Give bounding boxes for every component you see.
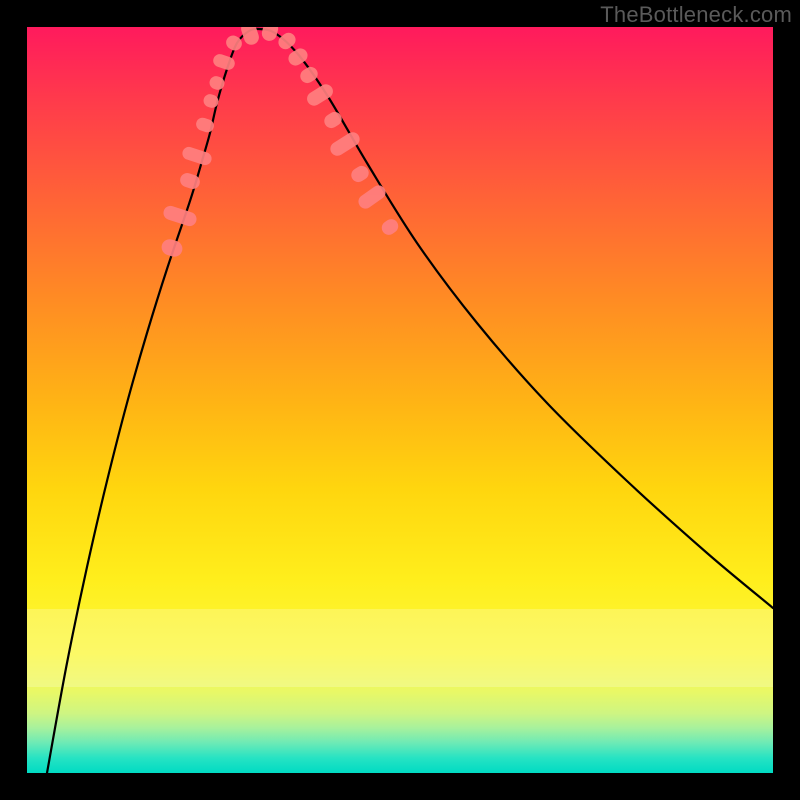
bead-marker (322, 109, 345, 130)
bead-marker (328, 130, 363, 159)
watermark-text: TheBottleneck.com (600, 2, 792, 28)
bead-marker (298, 64, 321, 85)
bead-marker (160, 237, 185, 259)
bead-marker (379, 216, 401, 237)
bead-marker (356, 183, 389, 212)
bottleneck-curve-line (47, 29, 773, 773)
bead-marker (202, 93, 220, 110)
chart-svg (27, 27, 773, 773)
bead-marker (276, 30, 299, 52)
bead-marker (181, 145, 214, 167)
chart-frame (27, 27, 773, 773)
bead-markers-group (160, 27, 401, 259)
bead-marker (162, 204, 199, 228)
